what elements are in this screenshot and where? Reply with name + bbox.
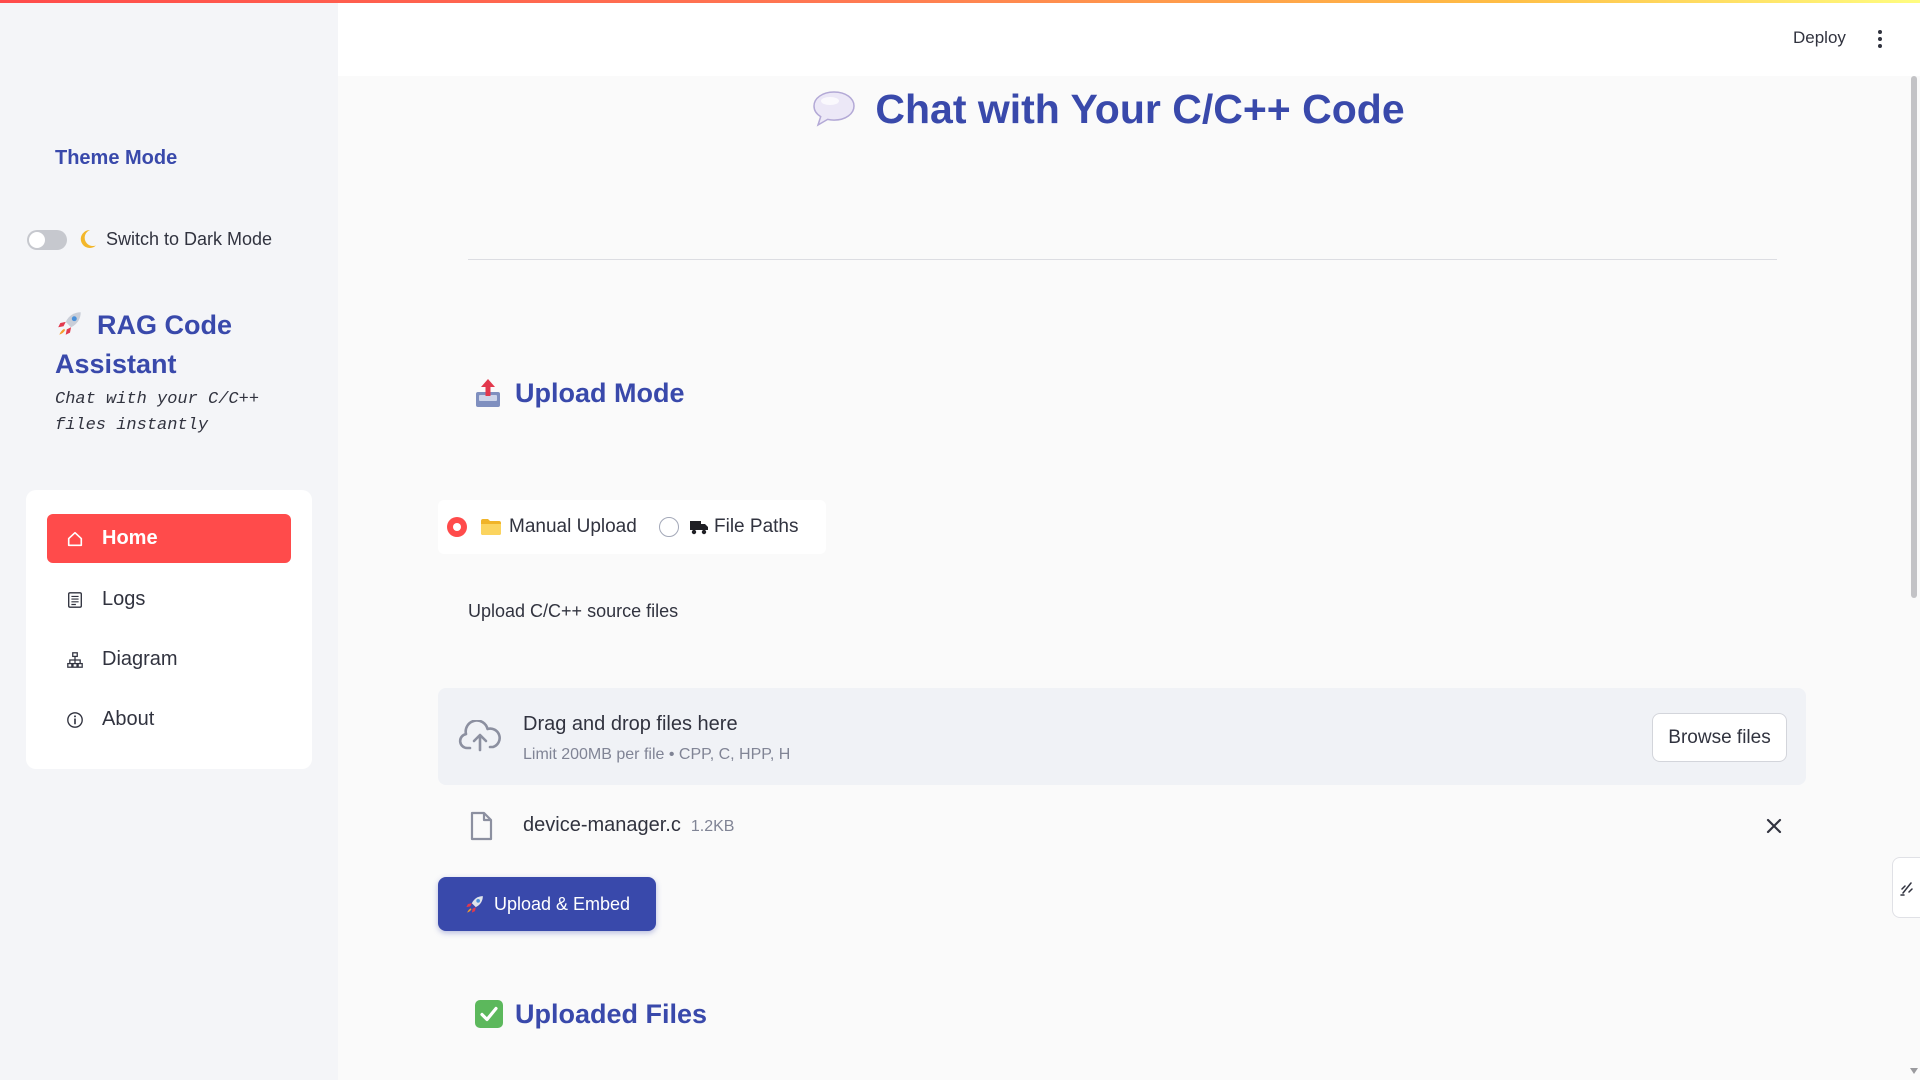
logs-icon (66, 591, 84, 609)
check-mark-button-icon (474, 999, 504, 1029)
nav-item-diagram[interactable]: Diagram (47, 635, 291, 684)
nav-item-label: Logs (102, 588, 146, 610)
radio-manual-upload[interactable] (447, 517, 467, 537)
app-header (338, 0, 1920, 76)
dark-mode-toggle-label[interactable]: Switch to Dark Mode (106, 227, 272, 251)
diagram-icon (66, 651, 84, 669)
dropzone-limit-text: Limit 200MB per file • CPP, C, HPP, H (523, 746, 791, 763)
file-icon (469, 811, 493, 841)
scrollbar-thumb[interactable] (1911, 76, 1917, 598)
folder-icon (480, 518, 502, 536)
brand-tagline: Chat with your C/C++ files instantly (55, 390, 260, 435)
uploaded-files-heading: Uploaded Files (474, 995, 707, 1033)
dark-mode-toggle[interactable] (27, 230, 67, 250)
nav-item-label: Diagram (102, 648, 178, 670)
outbox-tray-icon (474, 377, 502, 409)
uploaded-file-item: device-manager.c 1.2KB (523, 812, 734, 838)
radio-file-paths[interactable] (659, 517, 679, 537)
divider (468, 259, 1777, 260)
truck-icon (689, 519, 709, 535)
speech-bubble-icon (811, 89, 857, 129)
radio-label-file-paths[interactable]: File Paths (714, 515, 798, 539)
page-title-text: Chat with Your C/C++ Code (875, 85, 1405, 132)
kebab-menu-icon[interactable] (1877, 29, 1883, 49)
upload-mode-heading-text: Upload Mode (515, 377, 685, 408)
close-icon[interactable] (1766, 818, 1782, 834)
upload-mode-heading: Upload Mode (474, 374, 685, 412)
top-decoration-bar (0, 0, 1920, 3)
brand-title: RAG Code Assistant (55, 306, 305, 384)
rocket-icon (55, 308, 85, 338)
toggle-knob (29, 232, 45, 248)
upload-embed-button[interactable]: Upload & Embed (438, 877, 656, 931)
file-name: device-manager.c (523, 814, 681, 836)
browse-files-button[interactable]: Browse files (1652, 713, 1787, 762)
side-panel-tab[interactable] (1892, 857, 1920, 918)
home-icon (66, 530, 84, 548)
uploaded-files-heading-text: Uploaded Files (515, 998, 708, 1029)
rocket-icon (464, 893, 486, 915)
uploader-label: Upload C/C++ source files (468, 601, 679, 621)
page-title: Chat with Your C/C++ Code (338, 80, 1878, 138)
upload-embed-button-label: Upload & Embed (493, 893, 631, 914)
scroll-down-arrow-icon[interactable] (1910, 1068, 1918, 1074)
file-size: 1.2KB (690, 818, 735, 835)
nav-item-label: About (102, 708, 155, 730)
nav-item-about[interactable]: About (47, 695, 291, 744)
nav-item-label: Home (102, 527, 158, 549)
cloud-upload-icon (458, 720, 502, 752)
dropzone-instructions: Drag and drop files here (523, 713, 738, 735)
nav-item-home[interactable]: Home (47, 514, 291, 563)
moon-icon (78, 228, 98, 250)
deploy-button[interactable]: Deploy (1793, 27, 1846, 49)
theme-mode-heading: Theme Mode (55, 147, 178, 169)
info-icon (66, 711, 84, 729)
nav-item-logs[interactable]: Logs (47, 575, 291, 624)
pen-icon (1899, 880, 1914, 896)
radio-label-manual-upload[interactable]: Manual Upload (509, 515, 637, 539)
